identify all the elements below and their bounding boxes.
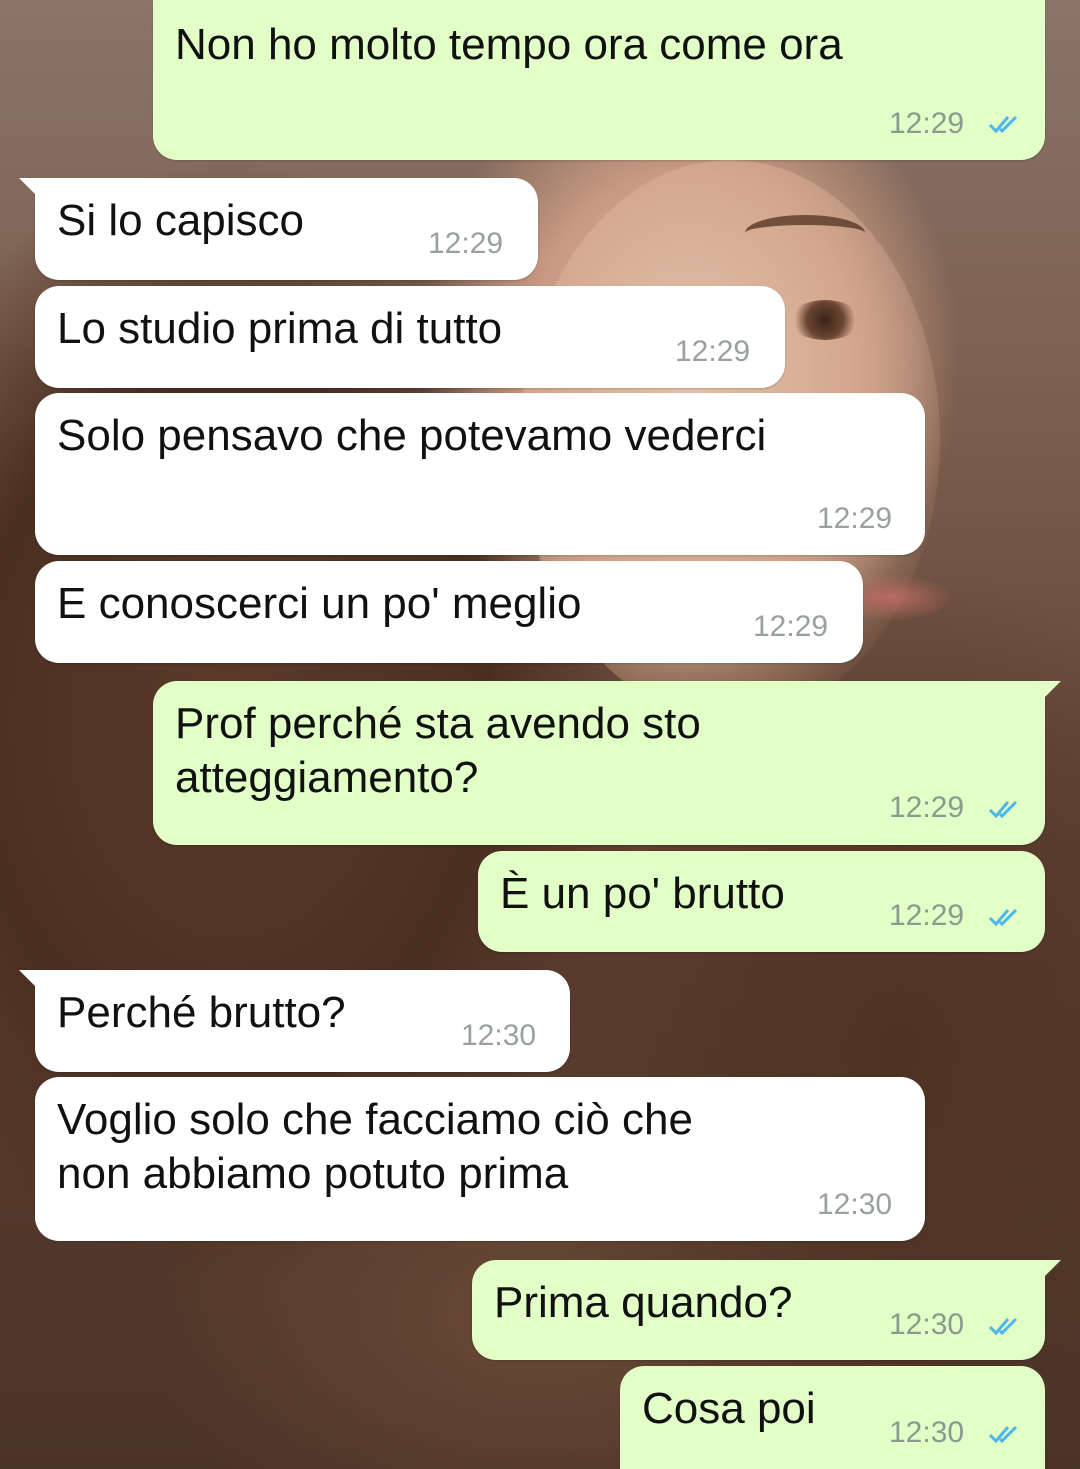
message-bubble-incoming[interactable]: Perché brutto? 12:30 <box>19 970 570 1072</box>
message-time: 12:29 <box>889 899 965 932</box>
message-text: Perché brutto? <box>57 988 346 1037</box>
wallpaper-eye <box>790 300 860 340</box>
wallpaper-eyebrow <box>745 215 865 251</box>
message-time: 12:29 <box>675 335 751 368</box>
message-text: Si lo capisco <box>57 196 305 245</box>
message-bubble-incoming[interactable]: Si lo capisco 12:29 <box>19 178 538 280</box>
message-time: 12:29 <box>753 610 829 643</box>
message-bubble-incoming[interactable]: Voglio solo che facciamo ciò che non abb… <box>35 1077 925 1241</box>
message-text: Prima quando? <box>494 1278 793 1327</box>
message-text: Cosa poi <box>642 1384 816 1433</box>
message-text: Non ho molto tempo ora come ora <box>175 20 843 69</box>
message-text: Solo pensavo che potevamo vederci <box>57 411 767 460</box>
double-check-read-icon <box>987 112 1025 136</box>
message-bubble-outgoing[interactable]: Non ho molto tempo ora come ora 12:29 <box>153 0 1045 160</box>
message-time: 12:29 <box>817 502 893 535</box>
message-text: È un po' brutto <box>500 869 785 918</box>
double-check-read-icon <box>987 905 1025 929</box>
message-time: 12:30 <box>817 1188 893 1221</box>
message-bubble-outgoing[interactable]: Prof perché sta avendo sto atteggiamento… <box>153 681 1061 845</box>
double-check-read-icon <box>987 1314 1025 1338</box>
message-text: Prof perché sta avendo sto atteggiamento… <box>175 699 701 802</box>
message-bubble-incoming[interactable]: Solo pensavo che potevamo vederci 12:29 <box>35 393 925 555</box>
message-bubble-incoming[interactable]: Lo studio prima di tutto 12:29 <box>35 286 785 388</box>
message-time: 12:29 <box>889 791 965 824</box>
message-bubble-outgoing[interactable]: Cosa poi 12:30 <box>620 1366 1045 1469</box>
message-text: Lo studio prima di tutto <box>57 304 503 353</box>
message-text: Voglio solo che facciamo ciò che non abb… <box>57 1095 693 1198</box>
message-text: E conoscerci un po' meglio <box>57 579 582 628</box>
double-check-read-icon <box>987 1422 1025 1446</box>
message-time: 12:29 <box>428 227 504 260</box>
message-bubble-incoming[interactable]: E conoscerci un po' meglio 12:29 <box>35 561 863 663</box>
message-bubble-outgoing[interactable]: Prima quando? 12:30 <box>472 1260 1061 1360</box>
message-bubble-outgoing[interactable]: È un po' brutto 12:29 <box>478 851 1045 952</box>
message-time: 12:30 <box>889 1416 965 1449</box>
message-time: 12:29 <box>889 107 965 140</box>
double-check-read-icon <box>987 797 1025 821</box>
message-time: 12:30 <box>889 1308 965 1341</box>
message-time: 12:30 <box>461 1019 537 1052</box>
